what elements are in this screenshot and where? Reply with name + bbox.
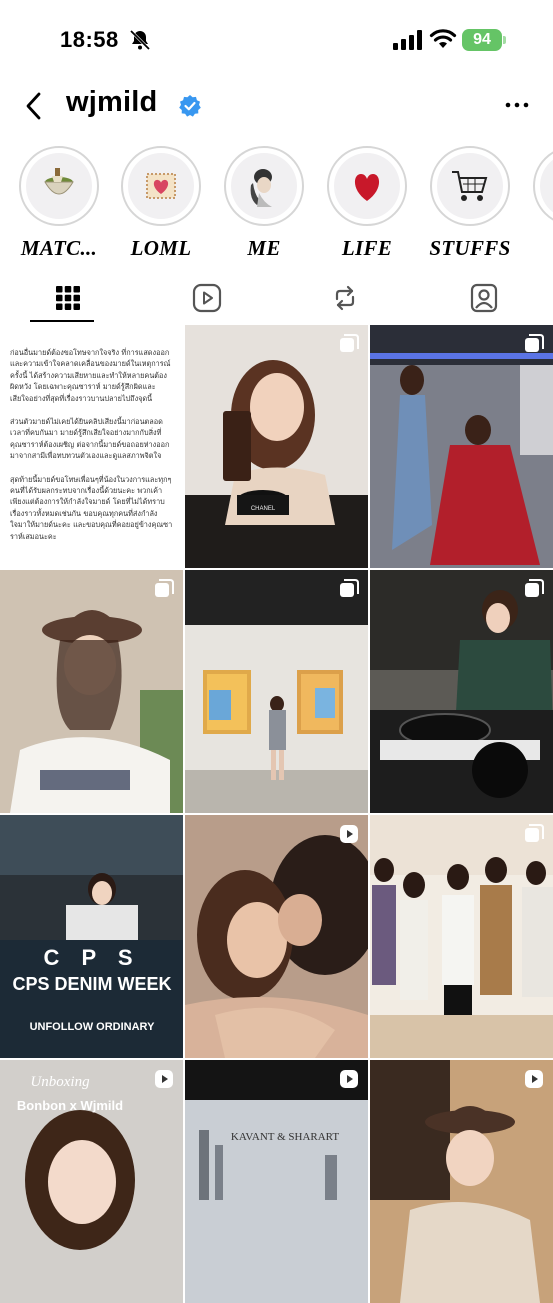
tab-reposts[interactable] xyxy=(315,278,375,318)
highlight-label: LOML xyxy=(130,236,192,260)
photo-unboxing: Unboxing Bonbon x Wjmild xyxy=(0,1060,183,1303)
highlight-stuffs[interactable]: STUFFS xyxy=(418,146,522,261)
carousel-icon xyxy=(525,334,544,352)
statement-paragraph: ก่อนอื่นมายด์ต้องขอโทษจากใจจริง ที่การแส… xyxy=(10,348,171,403)
highlight-ring xyxy=(19,146,99,226)
highlight-ring xyxy=(533,146,553,226)
photo-text: CPS DENIM WEEK xyxy=(12,974,171,994)
status-time: 18:58 xyxy=(60,27,119,52)
profile-tabs xyxy=(0,272,553,324)
grid-post-hat-2[interactable] xyxy=(370,1060,553,1303)
tagged-person-icon xyxy=(470,283,498,313)
grid-post-hat[interactable] xyxy=(0,570,183,813)
carousel-icon xyxy=(525,824,544,842)
highlight-cover xyxy=(26,153,92,219)
highlight-life[interactable]: LIFE xyxy=(315,146,419,261)
tab-tagged[interactable] xyxy=(454,278,514,318)
grid-post-gowns[interactable] xyxy=(370,325,553,568)
reel-icon xyxy=(340,825,358,843)
grid-post-dj[interactable] xyxy=(370,570,553,813)
photo-text: Unboxing xyxy=(30,1074,90,1090)
grid-post-city[interactable]: KAVANT & SHARART xyxy=(185,1060,368,1303)
statement-paragraph: ส่วนตัวมายด์ไม่เคยได้ยินคลิปเสียงนี้มาก่… xyxy=(10,417,170,461)
highlight-cover xyxy=(437,153,503,219)
highlight-label: CO xyxy=(521,236,553,261)
battery-tip xyxy=(503,36,506,44)
photo-hat-2 xyxy=(370,1060,553,1303)
grid-post-skincare[interactable]: CHANEL xyxy=(185,325,368,568)
grid-icon xyxy=(56,286,80,310)
red-heart-icon xyxy=(354,174,380,201)
highlight-ring xyxy=(327,146,407,226)
highlight-label: MATC... xyxy=(20,236,98,260)
story-highlights: MATC... LOML ME LIFE STUFFS xyxy=(0,140,553,265)
active-tab-indicator xyxy=(30,320,94,322)
grid-post-group[interactable] xyxy=(370,815,553,1058)
grid-post-statement[interactable]: ก่อนอื่นมายด์ต้องขอโทษจากใจจริง ที่การแส… xyxy=(0,325,183,568)
highlight-cover xyxy=(231,153,297,219)
highlight-partial[interactable]: CO xyxy=(521,146,553,261)
carousel-icon xyxy=(155,579,174,597)
photo-dj xyxy=(370,570,553,813)
reel-icon xyxy=(525,1070,543,1088)
profile-username: wjmild xyxy=(66,86,158,118)
portrait-sketch-icon xyxy=(250,169,272,207)
highlight-ring xyxy=(430,146,510,226)
statement-text: ก่อนอื่นมายด์ต้องขอโทษจากใจจริง ที่การแส… xyxy=(0,325,183,542)
highlight-label: STUFFS xyxy=(429,236,511,260)
heart-stamp-icon xyxy=(146,173,176,199)
reel-icon xyxy=(340,1070,358,1088)
grid-post-denim[interactable]: C P S CPS DENIM WEEK UNFOLLOW ORDINARY xyxy=(0,815,183,1058)
carousel-icon xyxy=(525,579,544,597)
reels-play-icon xyxy=(192,283,222,313)
repost-icon xyxy=(335,285,355,311)
shopping-cart-icon xyxy=(452,171,488,201)
back-arrow-icon[interactable] xyxy=(22,90,52,122)
status-bar: 18:58 94 xyxy=(0,0,553,80)
photo-denim: C P S CPS DENIM WEEK UNFOLLOW ORDINARY xyxy=(0,815,183,1058)
highlight-matcha[interactable]: MATC... xyxy=(7,146,111,261)
wifi-icon xyxy=(429,29,457,48)
highlight-cover xyxy=(128,153,194,219)
highlight-ring xyxy=(224,146,304,226)
highlight-ring xyxy=(121,146,201,226)
highlight-me[interactable]: ME xyxy=(212,146,316,261)
silent-bell-icon xyxy=(129,29,151,51)
highlight-loml[interactable]: LOML xyxy=(109,146,213,261)
cellular-signal-icon xyxy=(393,30,422,50)
photo-text: CHANEL xyxy=(251,506,276,512)
photo-city: KAVANT & SHARART xyxy=(185,1060,368,1303)
grid-post-couple[interactable] xyxy=(185,815,368,1058)
battery-indicator: 94 xyxy=(462,29,502,51)
carousel-icon xyxy=(340,579,359,597)
photo-hat xyxy=(0,570,183,813)
matcha-bowl-icon xyxy=(44,168,74,195)
tab-reels[interactable] xyxy=(177,278,237,318)
highlight-cover xyxy=(334,153,400,219)
grid-post-gallery[interactable] xyxy=(185,570,368,813)
photo-text: KAVANT & SHARART xyxy=(231,1131,339,1143)
highlight-label: ME xyxy=(247,236,281,260)
photo-skincare: CHANEL xyxy=(185,325,368,568)
photo-text-secondary: Bonbon x Wjmild xyxy=(17,1098,123,1113)
photo-group xyxy=(370,815,553,1058)
photo-text-secondary: UNFOLLOW ORDINARY xyxy=(30,1021,156,1033)
photo-gallery xyxy=(185,570,368,813)
tab-grid[interactable] xyxy=(38,278,98,318)
highlight-cover xyxy=(540,153,553,219)
statement-paragraph: สุดท้ายนี้มายด์ขอโทษเพื่อนๆที่น้องในวงกา… xyxy=(10,474,173,541)
grid-post-unboxing[interactable]: Unboxing Bonbon x Wjmild xyxy=(0,1060,183,1303)
carousel-icon xyxy=(340,334,359,352)
more-options-icon[interactable] xyxy=(500,95,534,115)
verified-badge-icon xyxy=(179,95,201,117)
reel-icon xyxy=(155,1070,173,1088)
highlight-label: LIFE xyxy=(341,236,393,260)
svg-text:C P S: C P S xyxy=(43,945,140,970)
photo-couple xyxy=(185,815,368,1058)
photo-gowns xyxy=(370,325,553,568)
